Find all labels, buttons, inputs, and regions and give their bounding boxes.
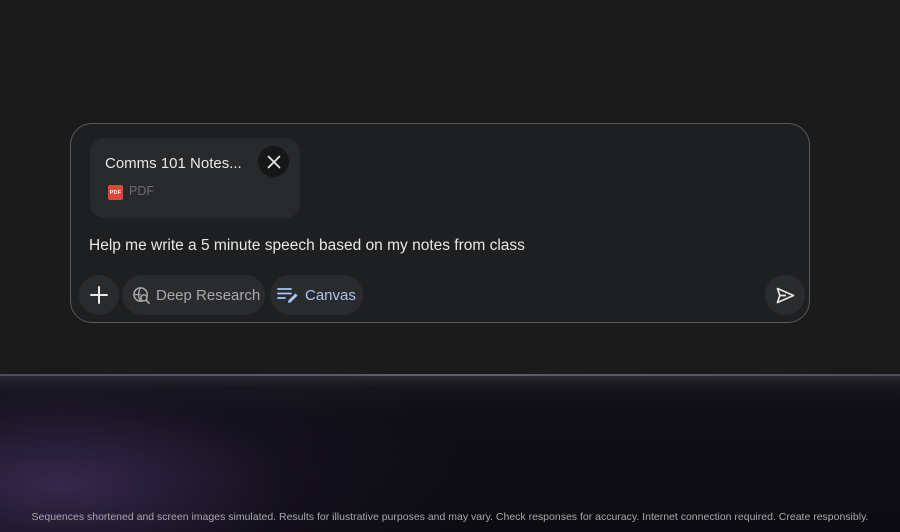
deep-research-label: Deep Research xyxy=(156,286,261,304)
pdf-badge-text: PDF xyxy=(109,189,122,196)
add-button[interactable] xyxy=(79,275,119,315)
canvas-button[interactable]: Canvas xyxy=(270,275,363,315)
prompt-box: Comms 101 Notes... PDF PDF Help me write… xyxy=(70,123,810,323)
send-button[interactable] xyxy=(765,275,805,315)
canvas-label: Canvas xyxy=(305,286,356,304)
footer-background xyxy=(0,374,900,532)
send-icon xyxy=(776,287,794,303)
attachment-card[interactable]: Comms 101 Notes... PDF PDF xyxy=(90,138,300,218)
globe-search-icon xyxy=(133,286,150,304)
deep-research-button[interactable]: Deep Research xyxy=(122,275,265,315)
disclaimer-text: Sequences shortened and screen images si… xyxy=(31,511,869,523)
remove-attachment-button[interactable] xyxy=(258,146,289,177)
close-icon xyxy=(267,155,280,168)
attachment-title: Comms 101 Notes... xyxy=(105,155,242,172)
prompt-input[interactable]: Help me write a 5 minute speech based on… xyxy=(89,237,525,255)
pdf-file-icon: PDF xyxy=(108,185,123,200)
plus-icon xyxy=(90,286,108,304)
canvas-edit-icon xyxy=(277,288,298,303)
stage: Comms 101 Notes... PDF PDF Help me write… xyxy=(0,0,900,532)
attachment-type: PDF xyxy=(129,184,154,198)
